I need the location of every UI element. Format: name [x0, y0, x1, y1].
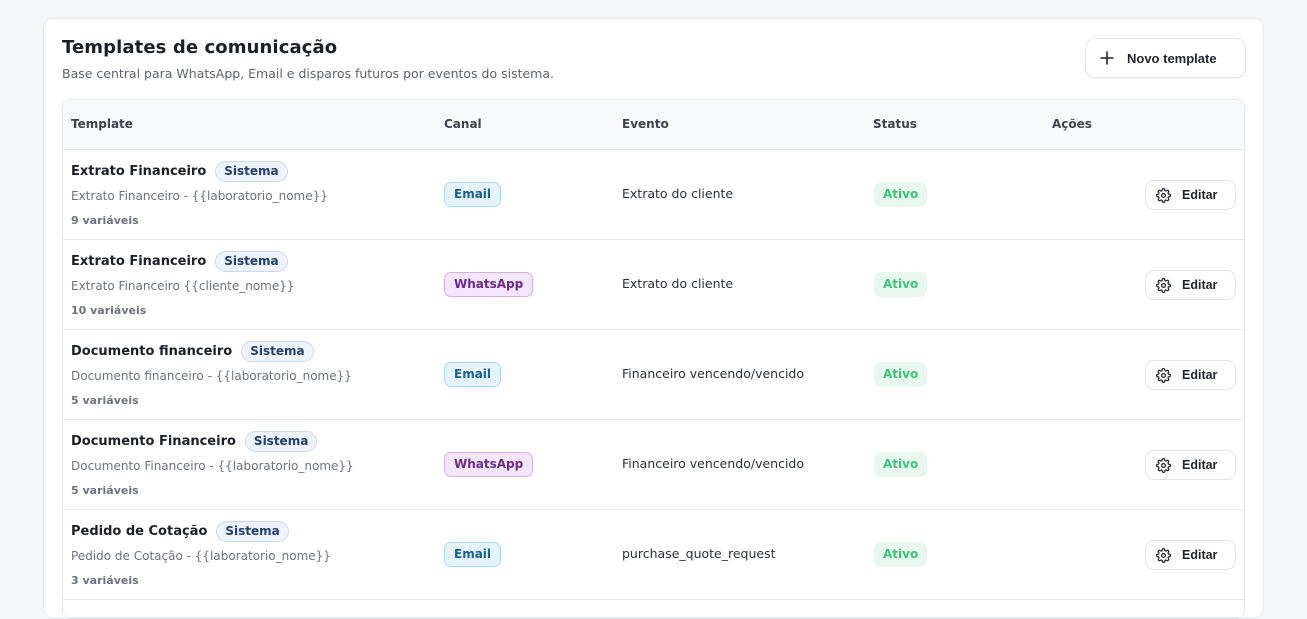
channel-badge: Email [444, 182, 502, 207]
template-name-line: Extrato Financeiro Sistema [71, 251, 288, 272]
plus-icon [1100, 51, 1114, 65]
event-text: Extrato do cliente [622, 276, 734, 291]
table-header: Template Canal Evento Status Ações [63, 100, 1244, 150]
template-variables-count: 3 variáveis [71, 574, 139, 587]
template-subject: Extrato Financeiro - {{laboratorio_nome}… [71, 189, 328, 203]
column-channel: Canal [444, 117, 482, 131]
table-row: Extrato Financeiro Sistema Extrato Finan… [63, 240, 1244, 330]
event-text: purchase_quote_request [622, 546, 776, 561]
column-template: Template [71, 117, 133, 131]
edit-button[interactable]: Editar [1145, 180, 1236, 210]
status-badge: Ativo [874, 362, 928, 387]
edit-button[interactable]: Editar [1145, 360, 1236, 390]
template-subject: Extrato Financeiro {{cliente_nome}} [71, 279, 295, 293]
gear-icon [1156, 547, 1171, 563]
system-badge: Sistema [216, 521, 289, 542]
edit-button-label: Editar [1182, 188, 1218, 202]
template-name: Documento financeiro [71, 344, 233, 359]
status-badge: Ativo [874, 182, 928, 207]
system-badge: Sistema [215, 251, 288, 272]
template-subject: Pedido de Cotação - {{laboratorio_nome}} [71, 549, 331, 563]
template-name: Extrato Financeiro [71, 164, 207, 179]
template-variables-count: 5 variáveis [71, 484, 139, 497]
status-badge: Ativo [874, 542, 928, 567]
new-template-label: Novo template [1127, 50, 1217, 66]
edit-button[interactable]: Editar [1145, 450, 1236, 480]
status-badge: Ativo [874, 452, 928, 477]
edit-button-label: Editar [1182, 548, 1218, 562]
templates-table: Template Canal Evento Status Ações Extra… [62, 99, 1245, 619]
channel-badge: WhatsApp [444, 272, 534, 297]
template-subject: Documento Financeiro - {{laboratorio_nom… [71, 459, 354, 473]
template-name-line: Documento financeiro Sistema [71, 341, 314, 362]
template-variables-count: 9 variáveis [71, 214, 139, 227]
system-badge: Sistema [241, 341, 314, 362]
edit-button-label: Editar [1182, 278, 1218, 292]
channel-badge: Email [444, 362, 502, 387]
template-name: Extrato Financeiro [71, 254, 207, 269]
template-variables-count: 10 variáveis [71, 304, 147, 317]
table-row: Documento financeiro Sistema Documento f… [63, 330, 1244, 420]
column-actions: Ações [1052, 117, 1092, 131]
page-subtitle: Base central para WhatsApp, Email e disp… [62, 66, 554, 81]
template-variables-count: 5 variáveis [71, 394, 139, 407]
gear-icon [1156, 277, 1171, 293]
table-row: Extrato Financeiro Sistema Extrato Finan… [63, 150, 1244, 240]
table-row: Pedido de Cotação Sistema Pedido de Cota… [63, 510, 1244, 600]
edit-button[interactable]: Editar [1145, 540, 1236, 570]
column-event: Evento [622, 117, 669, 131]
event-text: Financeiro vencendo/vencido [622, 366, 805, 381]
system-badge: Sistema [244, 431, 318, 452]
template-name-line: Documento Financeiro Sistema [71, 431, 318, 452]
gear-icon [1156, 367, 1171, 383]
column-status: Status [873, 117, 917, 131]
template-name: Pedido de Cotação [71, 524, 208, 539]
template-name: Documento Financeiro [71, 434, 236, 449]
channel-badge: WhatsApp [444, 452, 534, 477]
table-body: Extrato Financeiro Sistema Extrato Finan… [63, 150, 1244, 600]
edit-button[interactable]: Editar [1145, 270, 1236, 300]
template-name-line: Pedido de Cotação Sistema [71, 521, 289, 542]
template-subject: Documento financeiro - {{laboratorio_nom… [71, 369, 352, 383]
gear-icon [1156, 187, 1171, 203]
template-name-line: Extrato Financeiro Sistema [71, 161, 288, 182]
gear-icon [1156, 457, 1171, 473]
event-text: Financeiro vencendo/vencido [622, 456, 805, 471]
page-title: Templates de comunicação [62, 37, 338, 58]
new-template-button[interactable]: Novo template [1085, 38, 1246, 78]
status-badge: Ativo [874, 272, 928, 297]
system-badge: Sistema [215, 161, 288, 182]
channel-badge: Email [444, 542, 502, 567]
edit-button-label: Editar [1182, 368, 1218, 382]
event-text: Extrato do cliente [622, 186, 734, 201]
table-row: Documento Financeiro Sistema Documento F… [63, 420, 1244, 510]
templates-card: Templates de comunicação Base central pa… [43, 18, 1264, 619]
edit-button-label: Editar [1182, 458, 1218, 472]
